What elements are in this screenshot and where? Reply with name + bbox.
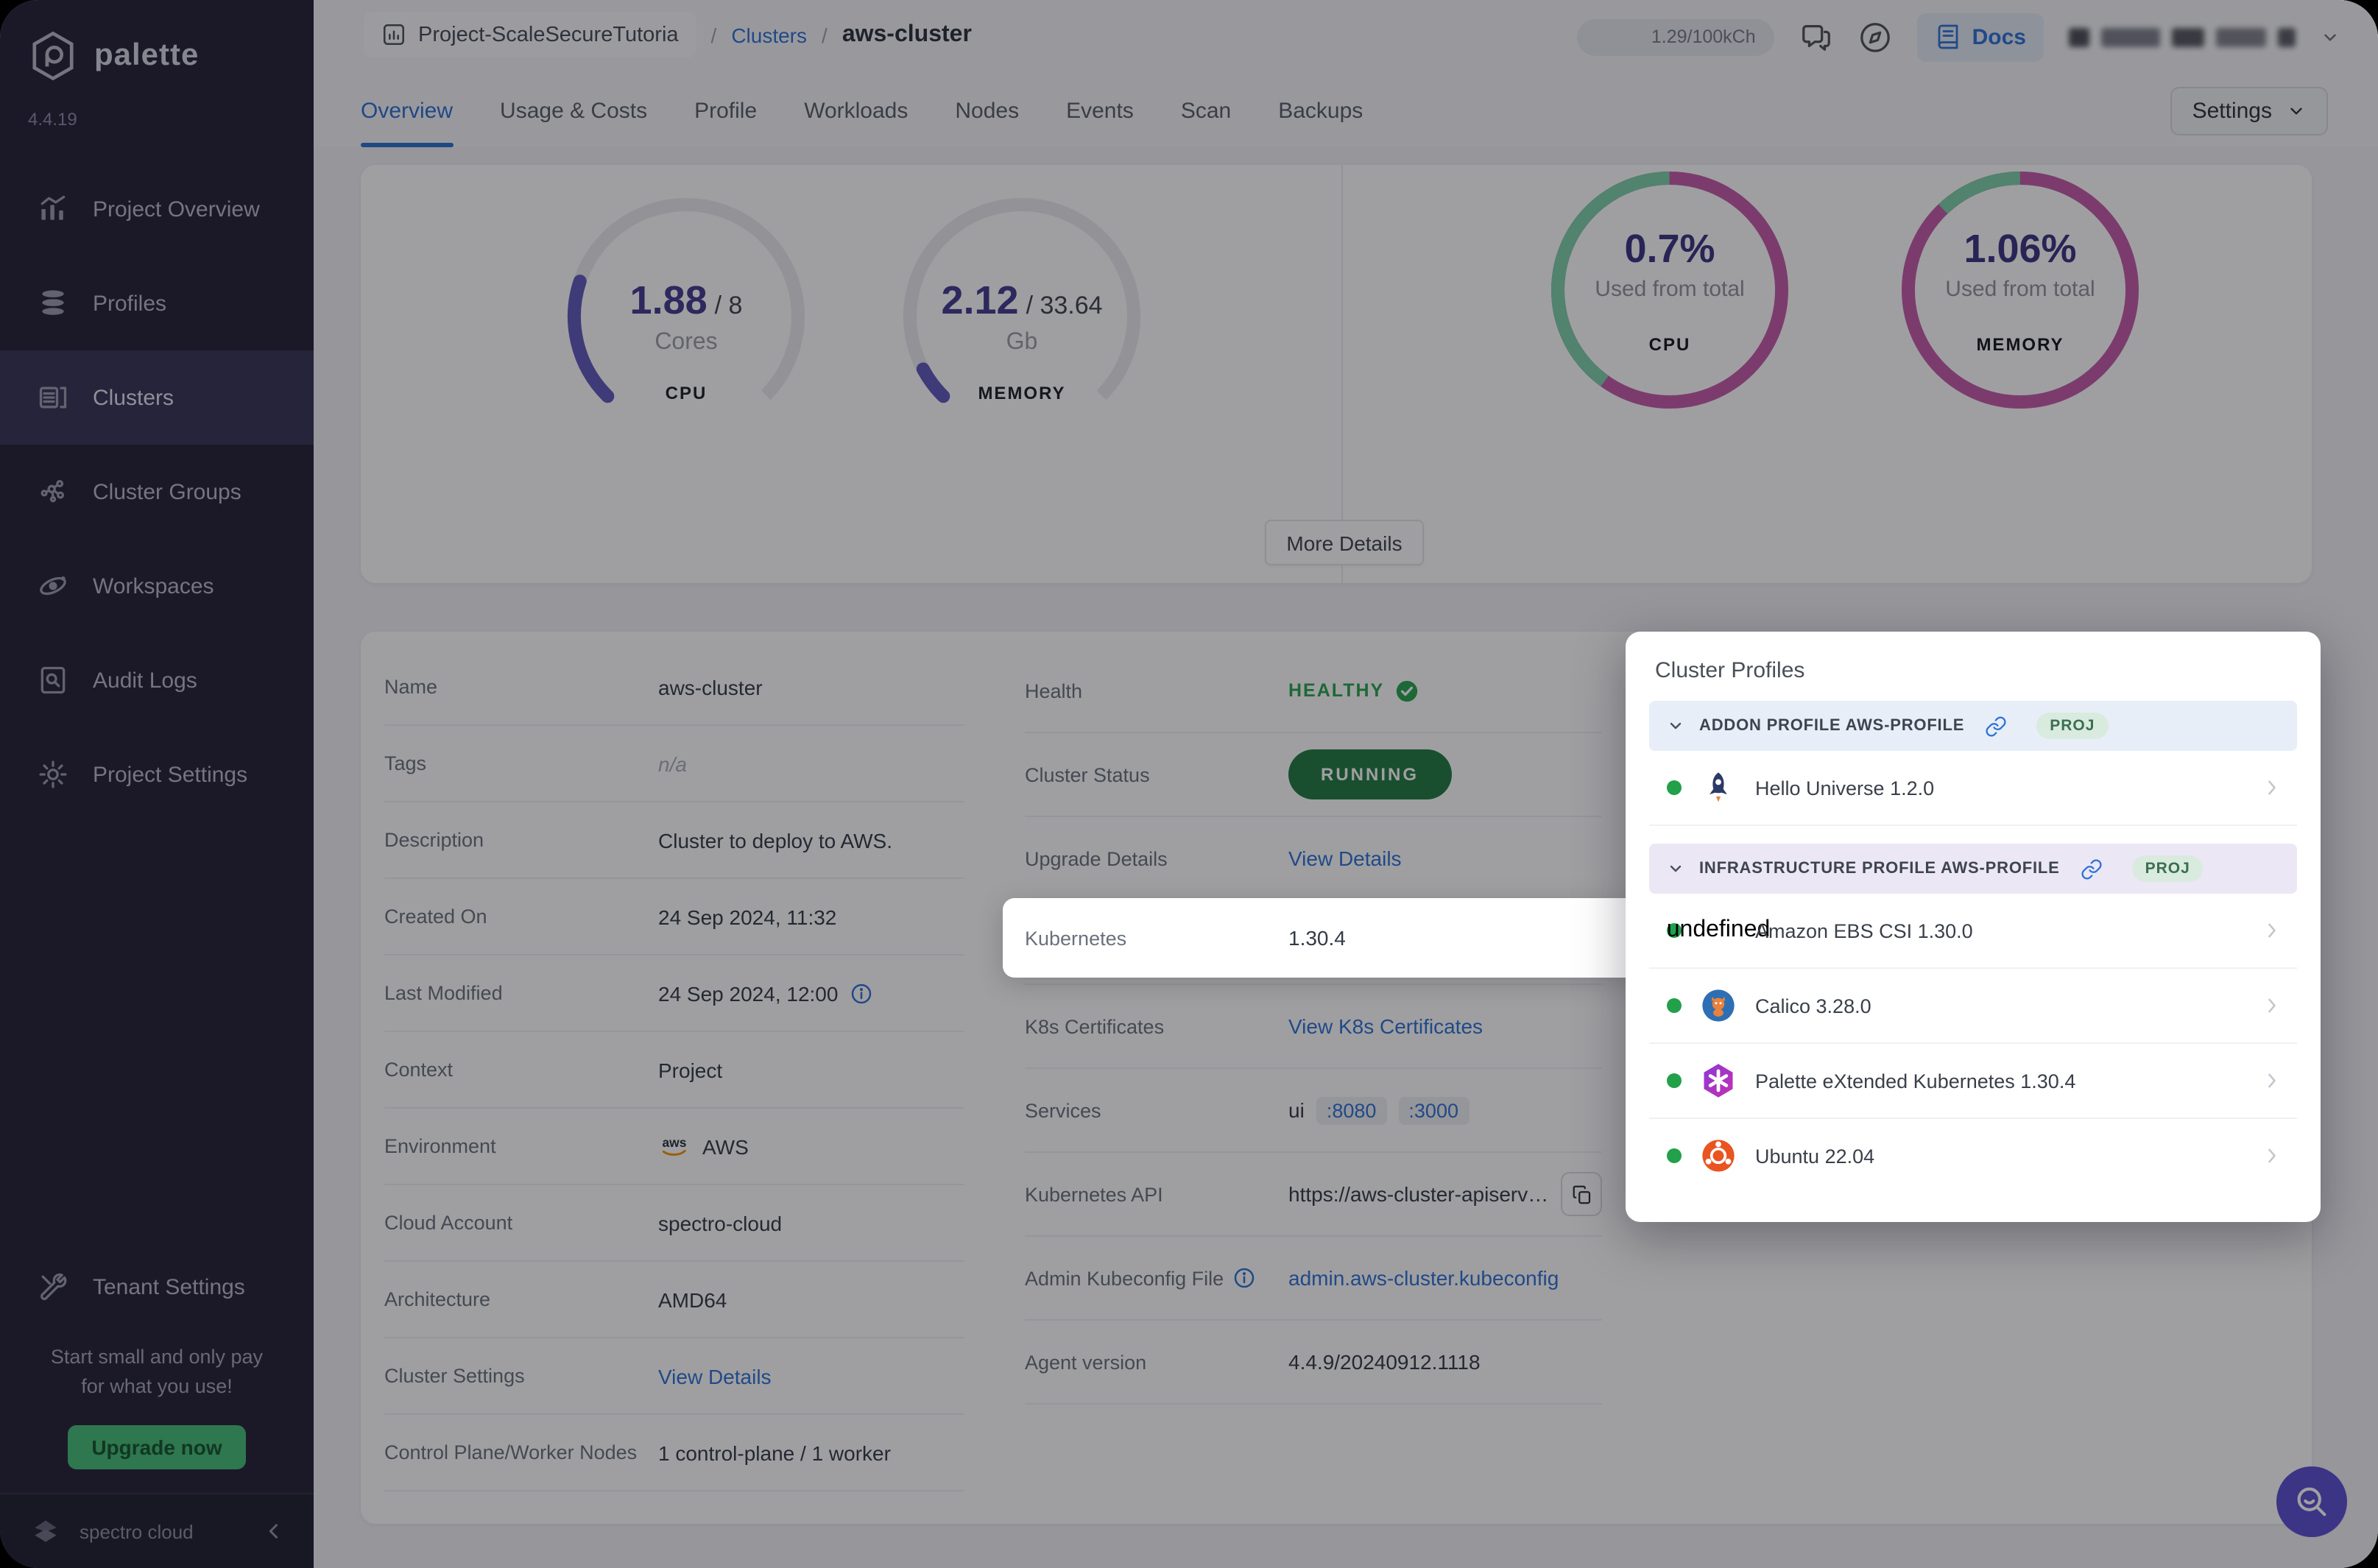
calico-icon [1699, 986, 1737, 1025]
chevron-right-icon [2262, 995, 2282, 1016]
status-dot [1667, 780, 1682, 795]
profile-layer-name: Calico 3.28.0 [1755, 995, 1871, 1017]
chevron-right-icon [2262, 920, 2282, 941]
scope-badge: PROJ [2036, 713, 2109, 739]
profile-layer-name: Palette eXtended Kubernetes 1.30.4 [1755, 1070, 2076, 1092]
status-dot [1667, 1073, 1682, 1088]
profile-layer-name: Ubuntu 22.04 [1755, 1145, 1875, 1167]
aws-icon: undefined [1666, 917, 1771, 942]
link-icon[interactable] [2081, 858, 2103, 880]
chevron-down-icon [1667, 860, 1684, 877]
link-icon[interactable] [1985, 715, 2007, 737]
kubernetes-version-row-highlight: Kubernetes 1.30.4 [1003, 898, 1648, 978]
cluster-profiles-title: Cluster Profiles [1655, 658, 1805, 683]
hello-universe-icon [1699, 769, 1737, 807]
chevron-right-icon [2262, 1145, 2282, 1166]
pxk-icon [1699, 1062, 1737, 1100]
kubernetes-version-value: 1.30.4 [1288, 926, 1346, 950]
profile-layer-calico-3-28-0[interactable]: Calico 3.28.0 [1649, 969, 2297, 1044]
profile-layer-hello-universe-1-2-0[interactable]: Hello Universe 1.2.0 [1649, 751, 2297, 826]
profile-layer-amazon-ebs-csi-1-30-0[interactable]: undefined Amazon EBS CSI 1.30.0 [1649, 894, 2297, 969]
profile-section-header-addon[interactable]: ADDON PROFILE AWS-PROFILE PROJ [1649, 701, 2297, 751]
profile-section-header-infra[interactable]: INFRASTRUCTURE PROFILE AWS-PROFILE PROJ [1649, 844, 2297, 894]
chevron-right-icon [2262, 777, 2282, 798]
app-window: palette 4.4.19 Project Overview Profiles C… [0, 0, 2378, 1568]
profile-layer-name: Amazon EBS CSI 1.30.0 [1755, 919, 1973, 942]
cluster-profiles-panel: Cluster Profiles ADDON PROFILE AWS-PROFI… [1626, 632, 2321, 1222]
cluster-profiles-sections: ADDON PROFILE AWS-PROFILE PROJ Hello Unive… [1649, 701, 2297, 1193]
profile-section-title: ADDON PROFILE AWS-PROFILE [1699, 717, 1965, 735]
chevron-down-icon [1667, 717, 1684, 735]
profile-layer-palette-extended-kubernetes-1-30-4[interactable]: Palette eXtended Kubernetes 1.30.4 [1649, 1044, 2297, 1119]
scope-badge: PROJ [2131, 855, 2204, 882]
chevron-right-icon [2262, 1070, 2282, 1091]
profile-section-title: INFRASTRUCTURE PROFILE AWS-PROFILE [1699, 860, 2060, 877]
profile-layer-ubuntu-22-04[interactable]: Ubuntu 22.04 [1649, 1119, 2297, 1193]
ubuntu-icon [1699, 1137, 1737, 1175]
status-dot [1667, 998, 1682, 1013]
status-dot [1667, 1148, 1682, 1163]
kubernetes-label: Kubernetes [1025, 927, 1127, 949]
profile-layer-name: Hello Universe 1.2.0 [1755, 777, 1935, 799]
